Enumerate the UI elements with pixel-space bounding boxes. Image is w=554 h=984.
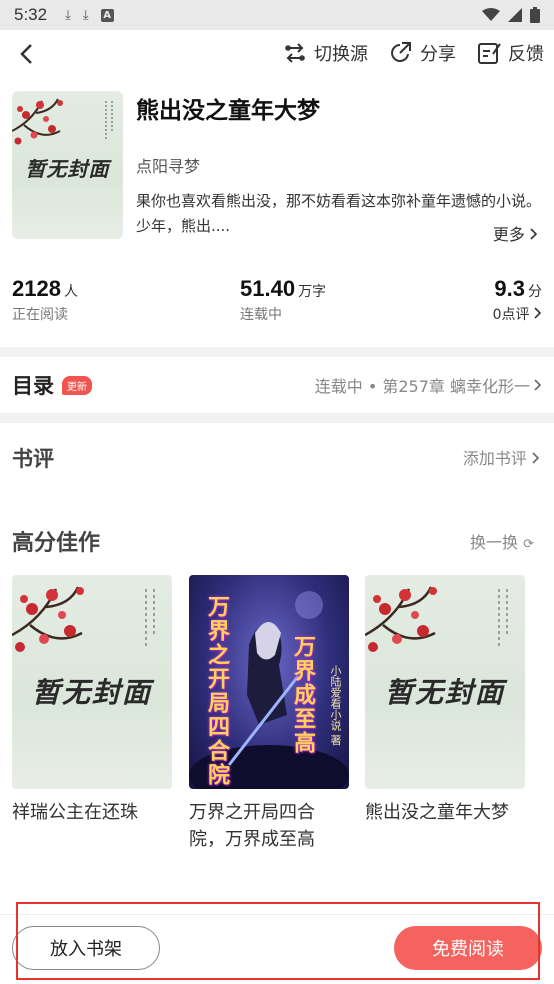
- section-divider: [0, 347, 554, 357]
- cover-title-text: 万界成至高: [290, 635, 316, 755]
- recommend-heading: 高分佳作: [12, 531, 101, 556]
- rating-unit: 分: [528, 284, 542, 300]
- cover-author-text: 小陆爱看小说 著: [329, 665, 342, 746]
- feedback-icon: [478, 43, 501, 64]
- section-divider: [0, 413, 554, 423]
- share-icon: [391, 42, 411, 62]
- recommend-item[interactable]: 暂无封面 祥瑞公主在还珠: [12, 575, 172, 826]
- signal-icon: [508, 8, 522, 22]
- more-button[interactable]: 更多: [493, 221, 538, 245]
- cover-placeholder-text: 暂无封面: [384, 676, 505, 709]
- recommend-item[interactable]: 万界之开局四合院 万界成至高 小陆爱看小说 著 万界之开局四合院，万界成至高: [189, 575, 349, 853]
- review-heading: 书评: [12, 447, 54, 471]
- top-bar: 切换源 分享 反馈: [0, 30, 554, 80]
- share-button[interactable]: 分享: [388, 40, 456, 66]
- cover-placeholder-text: 暂无封面: [31, 676, 152, 709]
- chevron-right-icon: [534, 307, 542, 319]
- add-review-button[interactable]: 添加书评: [463, 445, 540, 469]
- battery-icon: [530, 7, 540, 23]
- switch-source-icon: [285, 43, 305, 63]
- book-cover[interactable]: 暂无封面: [12, 91, 123, 239]
- recommend-title: 祥瑞公主在还珠: [12, 802, 138, 823]
- status-time: 5:32: [14, 5, 48, 24]
- switch-source-label: 切换源: [314, 44, 368, 65]
- feedback-button[interactable]: 反馈: [476, 40, 544, 66]
- chevron-right-icon: [532, 452, 540, 464]
- cover-title-text: 万界之开局四合院: [204, 595, 230, 787]
- stat-rating[interactable]: 9.3 分 0点评: [493, 276, 542, 324]
- latest-chapter: 连载中 • 第257章 螭幸化形一: [314, 377, 530, 396]
- book-author[interactable]: 点阳寻梦: [136, 153, 200, 177]
- review-section: 书评 添加书评: [0, 423, 554, 493]
- refresh-icon: ⟳: [523, 537, 534, 552]
- table-of-contents-row[interactable]: 目录 更新 连载中 • 第257章 螭幸化形一: [0, 357, 554, 413]
- add-review-label: 添加书评: [462, 449, 527, 468]
- book-title: 熊出没之童年大梦: [136, 98, 320, 124]
- readers-unit: 人: [63, 284, 78, 300]
- swap-label: 换一换: [469, 533, 518, 552]
- recommend-title: 万界之开局四合院，万界成至高: [189, 802, 315, 850]
- switch-source-button[interactable]: 切换源: [282, 40, 368, 66]
- recommend-header: 高分佳作 换一换 ⟳: [12, 525, 542, 557]
- recommend-cover: 万界之开局四合院 万界成至高 小陆爱看小说 著: [189, 575, 349, 789]
- review-count: 0点评: [492, 307, 530, 323]
- book-header: 暂无封面 熊出没之童年大梦 点阳寻梦 果你也喜欢看熊出没，那不妨看看这本弥补童年…: [12, 91, 542, 251]
- chevron-left-icon: [20, 44, 32, 64]
- feedback-label: 反馈: [508, 44, 544, 65]
- cover-placeholder-text: 暂无封面: [25, 157, 110, 181]
- toc-heading: 目录: [12, 374, 54, 398]
- chevron-right-icon: [534, 379, 542, 391]
- share-label: 分享: [420, 44, 456, 65]
- word-count: 51.40: [240, 276, 296, 301]
- notification-a-icon: A: [100, 8, 114, 22]
- recommend-item[interactable]: 暂无封面 熊出没之童年大梦: [365, 575, 525, 826]
- rating-value: 9.3: [494, 276, 525, 301]
- recommend-title: 熊出没之童年大梦: [365, 802, 509, 823]
- highlight-box: [16, 902, 540, 980]
- recommend-list: 暂无封面 祥瑞公主在还珠 万界之开局四合院 万界成至高 小陆爱看小说 著 万界之…: [12, 575, 542, 865]
- download-icon: ⤓: [65, 7, 71, 23]
- readers-label: 正在阅读: [12, 307, 68, 323]
- stat-words: 51.40 万字 连载中: [240, 276, 326, 324]
- readers-count: 2128: [12, 276, 61, 301]
- update-badge: 更新: [62, 375, 92, 395]
- book-stats: 2128 人 正在阅读 51.40 万字 连载中 9.3 分 0点评: [12, 276, 542, 326]
- swap-button[interactable]: 换一换 ⟳: [470, 529, 534, 553]
- wifi-icon: [482, 8, 500, 21]
- download-icon: ⤓: [82, 7, 89, 23]
- stat-readers: 2128 人 正在阅读: [12, 276, 78, 324]
- chevron-right-icon: [530, 228, 538, 240]
- status-bar: 5:32 ⤓ ⤓ A: [0, 0, 554, 30]
- recommend-cover: 暂无封面: [365, 575, 525, 789]
- back-button[interactable]: [12, 40, 40, 68]
- word-unit: 万字: [298, 284, 327, 300]
- more-label: 更多: [492, 225, 525, 244]
- book-description: 果你也喜欢看熊出没，那不妨看看这本弥补童年遗憾的小说。少年，熊出....: [136, 192, 542, 235]
- serial-status: 连载中: [240, 307, 282, 323]
- recommend-cover: 暂无封面: [12, 575, 172, 789]
